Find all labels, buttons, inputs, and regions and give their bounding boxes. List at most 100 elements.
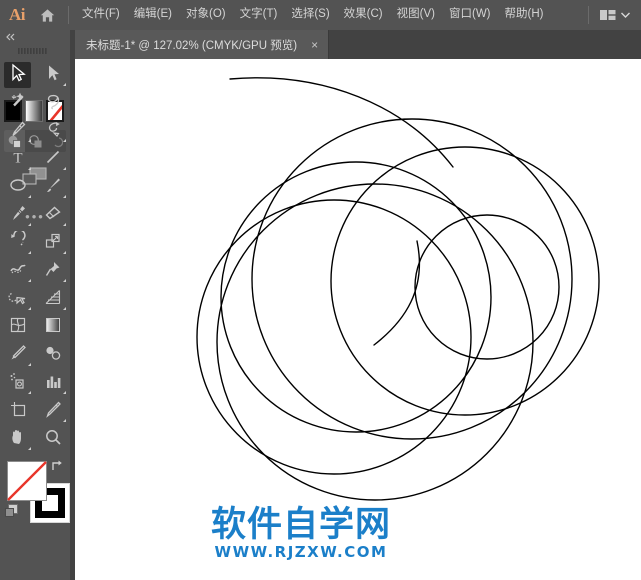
- tool-flyout-indicator[interactable]: [63, 195, 66, 198]
- direct-selection-tool[interactable]: [35, 61, 70, 89]
- symbol-sprayer-tool[interactable]: [0, 369, 35, 397]
- tool-flyout-indicator[interactable]: [28, 279, 31, 282]
- menu-bar: Ai 文件(F) 编辑(E) 对象(O) 文字(T) 选择(S) 效果(C) 视图(V) 窗口…: [0, 0, 641, 30]
- tool-flyout-indicator[interactable]: [28, 307, 31, 310]
- selection-tool[interactable]: [0, 61, 35, 89]
- pushpin-icon: [43, 259, 63, 284]
- slice-tool[interactable]: [35, 397, 70, 425]
- shape-builder-icon: [7, 287, 28, 312]
- hand-tool[interactable]: [0, 425, 35, 453]
- tool-flyout-indicator[interactable]: [28, 167, 31, 170]
- svg-text:T: T: [13, 150, 22, 166]
- illustrator-window: Ai 文件(F) 编辑(E) 对象(O) 文字(T) 选择(S) 效果(C) 视图(V) 窗口…: [0, 0, 641, 580]
- rotate-icon: [8, 228, 28, 256]
- document-area: 软件自学网 WWW.RJZXW.COM: [70, 59, 641, 580]
- tool-flyout-indicator[interactable]: [63, 419, 66, 422]
- artboard-icon: [8, 399, 28, 424]
- watermark-chinese-text: 软件自学网: [210, 505, 391, 545]
- tool-flyout-indicator[interactable]: [63, 167, 66, 170]
- symbol-sprayer-icon: [8, 371, 28, 396]
- menu-edit[interactable]: 编辑(E): [127, 5, 179, 25]
- magic-wand-icon: [8, 91, 28, 116]
- menu-help[interactable]: 帮助(H): [498, 5, 551, 25]
- arrow-cursor-icon: [8, 63, 28, 88]
- eyedropper-icon: [8, 343, 28, 368]
- blend-tool[interactable]: [35, 341, 70, 369]
- line-segment-icon: [43, 147, 63, 172]
- close-icon[interactable]: ×: [311, 39, 318, 51]
- tool-flyout-indicator[interactable]: [63, 223, 66, 226]
- menubar-right-group: [582, 5, 641, 25]
- scale-tool[interactable]: [35, 229, 70, 257]
- menu-object[interactable]: 对象(O): [179, 5, 233, 25]
- tool-flyout-indicator[interactable]: [28, 391, 31, 394]
- menu-items: 文件(F) 编辑(E) 对象(O) 文字(T) 选择(S) 效果(C) 视图(V) 窗口(W)…: [75, 5, 550, 25]
- tool-flyout-indicator[interactable]: [28, 363, 31, 366]
- gradient-swatch-button[interactable]: [25, 100, 43, 122]
- default-fill-stroke-icon[interactable]: [4, 503, 20, 524]
- menu-file[interactable]: 文件(F): [75, 5, 127, 25]
- tool-flyout-indicator[interactable]: [28, 195, 31, 198]
- shape-builder-tool[interactable]: [0, 285, 35, 313]
- fill-swatch[interactable]: [7, 461, 47, 501]
- mesh-tool[interactable]: [0, 313, 35, 341]
- tool-flyout-indicator[interactable]: [28, 447, 31, 450]
- tool-flyout-indicator[interactable]: [28, 139, 31, 142]
- document-tab-bar: 未标题-1* @ 127.02% (CMYK/GPU 预览) ×: [70, 30, 641, 59]
- scale-transform-icon: [43, 231, 63, 256]
- white-arrow-cursor-icon: [43, 63, 63, 88]
- document-tab[interactable]: 未标题-1* @ 127.02% (CMYK/GPU 预览) ×: [75, 30, 330, 59]
- pen-nib-icon: [8, 119, 28, 144]
- column-graph-tool[interactable]: [35, 369, 70, 397]
- artwork-circle[interactable]: [414, 214, 560, 360]
- rotate-tool[interactable]: [0, 228, 35, 257]
- double-chevron-left-icon[interactable]: [0, 30, 70, 44]
- tool-flyout-indicator[interactable]: [28, 223, 31, 226]
- slice-knife-icon: [43, 399, 63, 424]
- toolbar-grip-handle[interactable]: [0, 44, 70, 58]
- pencil-icon: [8, 203, 28, 228]
- tools-panel: T •••: [0, 30, 70, 580]
- perspective-grid-tool[interactable]: [35, 285, 70, 313]
- bar-chart-icon: [43, 371, 63, 396]
- artwork-circle[interactable]: [251, 118, 573, 440]
- artboard-tool[interactable]: [0, 397, 35, 425]
- tool-flyout-indicator[interactable]: [28, 251, 31, 254]
- app-logo: Ai: [9, 5, 26, 24]
- ellipse-icon: [8, 175, 28, 200]
- type-T-icon: T: [8, 147, 28, 172]
- swap-fill-stroke-icon[interactable]: [50, 459, 64, 478]
- tool-flyout-indicator[interactable]: [63, 307, 66, 310]
- workspace-switcher-icon[interactable]: [595, 5, 634, 25]
- spiral-circles-artwork[interactable]: [75, 59, 641, 580]
- width-tool[interactable]: [0, 257, 35, 285]
- tool-flyout-indicator[interactable]: [63, 139, 66, 142]
- artboard-canvas[interactable]: 软件自学网 WWW.RJZXW.COM: [75, 59, 641, 580]
- menu-select[interactable]: 选择(S): [284, 5, 336, 25]
- menu-window[interactable]: 窗口(W): [442, 5, 498, 25]
- menu-type[interactable]: 文字(T): [233, 5, 285, 25]
- blend-icon: [43, 343, 63, 368]
- menu-view[interactable]: 视图(V): [390, 5, 442, 25]
- home-icon[interactable]: [32, 0, 62, 30]
- paintbrush-icon: [43, 175, 63, 200]
- outer-spiral-arc: [229, 77, 454, 168]
- mesh-icon: [8, 315, 28, 340]
- none-slash-icon: [7, 461, 47, 501]
- perspective-grid-icon: [43, 287, 63, 312]
- eyedropper-tool[interactable]: [0, 341, 35, 369]
- hand-icon: [8, 427, 28, 452]
- curvature-pen-icon: [43, 119, 63, 144]
- gradient-square-icon: [43, 315, 63, 340]
- tool-flyout-indicator[interactable]: [63, 279, 66, 282]
- tool-flyout-indicator[interactable]: [63, 391, 66, 394]
- free-transform-tool[interactable]: [35, 257, 70, 285]
- menu-effect[interactable]: 效果(C): [337, 5, 390, 25]
- chevron-down-icon: [621, 12, 630, 18]
- tool-flyout-indicator[interactable]: [63, 83, 66, 86]
- artwork-circle[interactable]: [196, 199, 472, 475]
- eraser-icon: [43, 203, 63, 228]
- zoom-tool[interactable]: [35, 425, 70, 453]
- tool-flyout-indicator[interactable]: [63, 251, 66, 254]
- gradient-tool[interactable]: [35, 313, 70, 341]
